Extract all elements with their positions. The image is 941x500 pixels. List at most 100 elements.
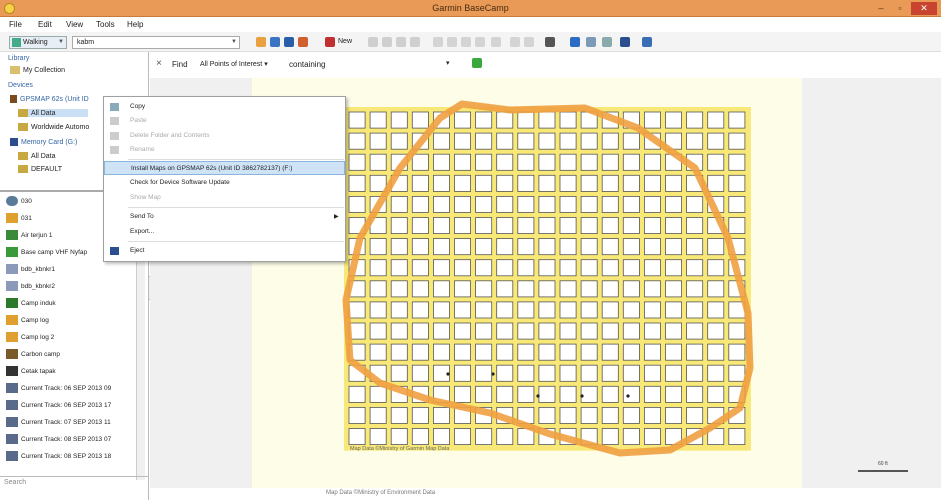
map-tile[interactable] [580, 301, 598, 319]
map-tile[interactable] [454, 111, 472, 129]
map-tile[interactable] [601, 428, 619, 446]
map-tile[interactable] [475, 280, 493, 298]
map-tile[interactable] [580, 385, 598, 403]
map-tile[interactable] [707, 322, 725, 340]
map-tile[interactable] [665, 301, 683, 319]
card-default[interactable]: DEFAULT [18, 165, 62, 173]
map-tile[interactable] [432, 132, 450, 150]
map-tile[interactable] [686, 217, 704, 235]
map-tile[interactable] [348, 428, 366, 446]
map-tile[interactable] [517, 196, 535, 213]
map-tile[interactable] [728, 196, 746, 213]
menu-item-install-maps[interactable]: Install Maps on GPSMAP 62s (Unit ID 3862… [104, 161, 345, 175]
copy-icon[interactable] [447, 37, 457, 47]
map-tile[interactable] [580, 406, 598, 424]
map-tile[interactable] [411, 217, 429, 235]
map-tile[interactable] [411, 343, 429, 361]
map-tile[interactable] [580, 153, 598, 171]
map-tile[interactable] [559, 301, 577, 319]
map-tile[interactable] [475, 217, 493, 235]
map-tile[interactable] [517, 153, 535, 171]
map-tile[interactable] [454, 153, 472, 171]
map-tile[interactable] [348, 132, 366, 150]
map-tile[interactable] [390, 301, 408, 319]
my-collection-item[interactable]: My Collection [10, 66, 65, 74]
device-gpsmap[interactable]: GPSMAP 62s (Unit ID [10, 95, 89, 103]
map-tile[interactable] [580, 322, 598, 340]
map-tile[interactable] [580, 132, 598, 150]
map-tile[interactable] [601, 259, 619, 277]
map-tile[interactable] [517, 111, 535, 129]
filter-icon[interactable] [433, 37, 443, 47]
map-tile[interactable] [601, 343, 619, 361]
map-tile[interactable] [538, 238, 556, 256]
globe-icon[interactable] [586, 37, 596, 47]
map-tile[interactable] [411, 238, 429, 256]
map-tile[interactable] [601, 174, 619, 192]
search-input[interactable]: Search [0, 476, 149, 490]
map-tile[interactable] [665, 238, 683, 256]
map-tile[interactable] [559, 111, 577, 129]
redo-icon[interactable] [524, 37, 534, 47]
help-icon[interactable] [642, 37, 652, 47]
list-item[interactable]: Camp induk [6, 296, 134, 312]
list-item[interactable]: Current Track: 08 SEP 2013 07 [6, 432, 134, 448]
map-tile[interactable] [348, 174, 366, 192]
map-tile[interactable] [517, 259, 535, 277]
map-tile[interactable] [643, 343, 661, 361]
map-tile[interactable] [369, 322, 387, 340]
map-tile[interactable] [601, 406, 619, 424]
map-point-marker[interactable] [446, 372, 450, 376]
list-item[interactable]: Current Track: 06 SEP 2013 17 [6, 398, 134, 414]
map-tile[interactable] [475, 196, 493, 213]
map-tile[interactable] [538, 406, 556, 424]
map-tile[interactable] [475, 132, 493, 150]
map-tile[interactable] [496, 174, 514, 192]
map-tile[interactable] [622, 280, 640, 298]
map-tile[interactable] [686, 196, 704, 213]
map-tile[interactable] [432, 322, 450, 340]
map-tile[interactable] [411, 196, 429, 213]
map-tile[interactable] [411, 301, 429, 319]
map-tile[interactable] [538, 132, 556, 150]
map-tile[interactable] [496, 196, 514, 213]
map-tile[interactable] [348, 153, 366, 171]
map-tile[interactable] [390, 280, 408, 298]
map-tile[interactable] [601, 301, 619, 319]
map-tile[interactable] [432, 280, 450, 298]
map-tile[interactable] [559, 280, 577, 298]
map-tile[interactable] [728, 132, 746, 150]
new-button-label[interactable]: New [338, 38, 352, 45]
menu-view[interactable]: View [66, 20, 83, 29]
map-tile[interactable] [454, 343, 472, 361]
poi-scope-dropdown[interactable]: All Points of Interest ▾ [200, 60, 268, 68]
map-tile[interactable] [496, 428, 514, 446]
map-tile[interactable] [622, 428, 640, 446]
map-tile[interactable] [348, 385, 366, 403]
map-tile[interactable] [390, 322, 408, 340]
list-item[interactable]: Camp log 2 [6, 330, 134, 346]
map-tile[interactable] [622, 343, 640, 361]
list-item[interactable]: bdb_kbnkr1 [6, 262, 134, 278]
list-item[interactable]: bdb_kbnkr2 [6, 279, 134, 295]
map-tile[interactable] [348, 301, 366, 319]
list-item[interactable]: Cetak tapak [6, 364, 134, 380]
map-tile[interactable] [622, 322, 640, 340]
memory-card-item[interactable]: Memory Card (G:) [10, 138, 77, 146]
map-tile[interactable] [496, 238, 514, 256]
map-tile[interactable] [643, 238, 661, 256]
map-tile[interactable] [622, 406, 640, 424]
map-tile[interactable] [432, 259, 450, 277]
minimize-button[interactable]: – [872, 2, 890, 15]
map-tile[interactable] [538, 196, 556, 213]
map-tile[interactable] [559, 322, 577, 340]
map-tile[interactable] [390, 132, 408, 150]
route-icon[interactable] [602, 37, 612, 47]
map-tile[interactable] [707, 111, 725, 129]
map-tile[interactable] [496, 301, 514, 319]
new-item-icon[interactable] [325, 37, 335, 47]
map-tile[interactable] [369, 280, 387, 298]
list-item[interactable]: Current Track: 07 SEP 2013 11 [6, 415, 134, 431]
map-tile[interactable] [622, 132, 640, 150]
map-tile[interactable] [517, 132, 535, 150]
